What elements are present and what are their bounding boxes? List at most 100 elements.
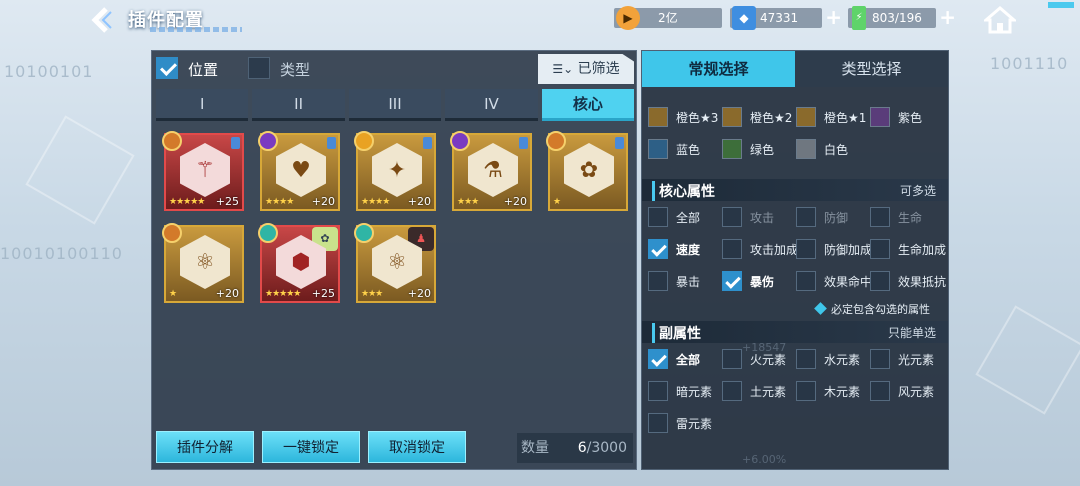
filter-panel: 常规选择 类型选择 +18547 +6.00% 橙色★3 橙色★2 橙色★1 紫… — [641, 50, 949, 470]
checkbox[interactable] — [648, 381, 668, 401]
background-binary-text: 10100101 — [4, 62, 94, 81]
checkbox[interactable] — [870, 239, 890, 259]
star-rating: ★ — [553, 197, 561, 207]
sub-attribute-mode: 只能单选 — [887, 326, 936, 340]
option-label: 攻击 — [750, 211, 775, 225]
tab-slot-1[interactable]: I — [156, 89, 249, 121]
rarity-badge-icon — [450, 131, 470, 151]
count-max: /3000 — [586, 440, 627, 456]
color-label: 绿色 — [750, 143, 775, 157]
plugin-level: +20 — [215, 287, 239, 300]
battery-icon: ⚡ — [852, 6, 866, 30]
lock-all-button[interactable]: 一键锁定 — [262, 431, 360, 463]
checkbox[interactable] — [648, 207, 668, 227]
option-label: 生命 — [898, 211, 923, 225]
rarity-badge-icon — [258, 223, 278, 243]
count-value: 6/3000 — [578, 433, 627, 463]
plugin-card[interactable]: ♥ ★★★★ +20 — [258, 131, 340, 211]
tab-slot-4[interactable]: IV — [445, 89, 538, 121]
background-binary-text: 10010100110 — [0, 244, 123, 263]
count-current: 6 — [577, 440, 587, 456]
filtered-label: 已筛选 — [577, 61, 620, 77]
color-label: 紫色 — [898, 111, 923, 125]
rarity-badge-icon — [162, 131, 182, 151]
checkbox[interactable] — [796, 239, 816, 259]
rarity-badge-icon — [258, 131, 278, 151]
option-label: 全部 — [676, 211, 701, 225]
checkbox[interactable] — [722, 207, 742, 227]
tab-type-select[interactable]: 类型选择 — [795, 51, 948, 87]
checkbox[interactable] — [722, 381, 742, 401]
option-label: 光元素 — [898, 353, 935, 367]
top-bar: 插件配置 ▶ 2亿 ◆ 47331 + ⚡ 803/196 + — [0, 0, 1080, 40]
add-energy-button[interactable]: + — [939, 7, 956, 27]
plugin-card[interactable]: ⚚ ★★★★★ +25 — [162, 131, 244, 211]
option-label: 暴伤 — [750, 275, 775, 289]
checkbox[interactable] — [870, 381, 890, 401]
star-rating: ★★★★★ — [169, 197, 205, 207]
unlock-button[interactable]: 取消锁定 — [368, 431, 466, 463]
star-rating: ★★★ — [361, 289, 383, 299]
filter-row: 位置 类型 ☰⌄ 已筛选 — [152, 51, 636, 87]
checkbox[interactable] — [870, 271, 890, 291]
checkbox[interactable] — [796, 349, 816, 369]
checkbox[interactable] — [722, 349, 742, 369]
checkbox-checked[interactable] — [648, 239, 668, 259]
type-label: 类型 — [280, 61, 311, 79]
plugin-icon: ✿ — [564, 143, 614, 197]
option-label: 风元素 — [898, 385, 935, 399]
checkbox[interactable] — [796, 381, 816, 401]
lock-icon — [231, 137, 240, 149]
plugin-icon: ✦ — [372, 143, 422, 197]
plugin-card[interactable]: ✿ ★ — [546, 131, 628, 211]
checkbox[interactable] — [648, 271, 668, 291]
color-swatch — [648, 107, 668, 127]
plugin-card[interactable]: ⚛ ★ +20 — [162, 223, 244, 303]
lock-icon — [423, 137, 432, 149]
plugin-icon: ⚗ — [468, 143, 518, 197]
checkbox[interactable] — [796, 271, 816, 291]
tab-slot-3[interactable]: III — [348, 89, 442, 121]
checkbox-checked[interactable] — [648, 349, 668, 369]
decompose-button[interactable]: 插件分解 — [156, 431, 254, 463]
rarity-badge-icon — [546, 131, 566, 151]
checkbox[interactable] — [722, 239, 742, 259]
option-label: 暴击 — [676, 275, 701, 289]
type-checkbox[interactable] — [248, 57, 270, 79]
plugin-card[interactable]: ♟ ⚛ ★★★ +20 — [354, 223, 436, 303]
slot-tabs: I II III IV 核心 — [156, 89, 635, 121]
star-rating: ★★★★★ — [265, 289, 301, 299]
filtered-button[interactable]: ☰⌄ 已筛选 — [538, 54, 634, 84]
home-button[interactable] — [981, 6, 1019, 34]
plugin-card[interactable]: ✿ ⬢ ★★★★★ +25 — [258, 223, 340, 303]
gold-resource: ▶ 2亿 — [614, 6, 722, 30]
back-button[interactable] — [86, 6, 120, 34]
checkbox[interactable] — [870, 349, 890, 369]
option-label: 火元素 — [750, 353, 787, 367]
must-include-toggle[interactable]: 必定包含勾选的属性 — [814, 301, 930, 317]
color-label: 蓝色 — [676, 143, 701, 157]
sub-attribute-header: 副属性 只能单选 — [642, 321, 948, 343]
add-crystal-button[interactable]: + — [825, 7, 842, 27]
tab-slot-2[interactable]: II — [252, 89, 345, 121]
option-label: 雷元素 — [676, 417, 713, 431]
background-hexagon — [25, 115, 135, 225]
option-label: 效果抵抗 — [898, 275, 947, 289]
plugin-card[interactable]: ⚗ ★★★ +20 — [450, 131, 532, 211]
color-swatch — [722, 107, 742, 127]
tab-general-select[interactable]: 常规选择 — [642, 51, 795, 87]
position-checkbox[interactable] — [156, 57, 178, 79]
checkbox[interactable] — [648, 413, 668, 433]
plugin-card[interactable]: ✦ ★★★★ +20 — [354, 131, 436, 211]
checkbox[interactable] — [870, 207, 890, 227]
plugin-level: +25 — [215, 195, 239, 208]
checkbox-checked[interactable] — [722, 271, 742, 291]
option-label: 攻击加成 — [750, 243, 799, 257]
plugin-count: 数量 6/3000 — [517, 433, 633, 463]
checkbox[interactable] — [796, 207, 816, 227]
tab-core[interactable]: 核心 — [541, 89, 635, 121]
star-rating: ★★★ — [457, 197, 479, 207]
diamond-icon — [814, 302, 827, 315]
plugin-level: +20 — [311, 195, 335, 208]
plugin-icon: ⚛ — [180, 235, 230, 289]
